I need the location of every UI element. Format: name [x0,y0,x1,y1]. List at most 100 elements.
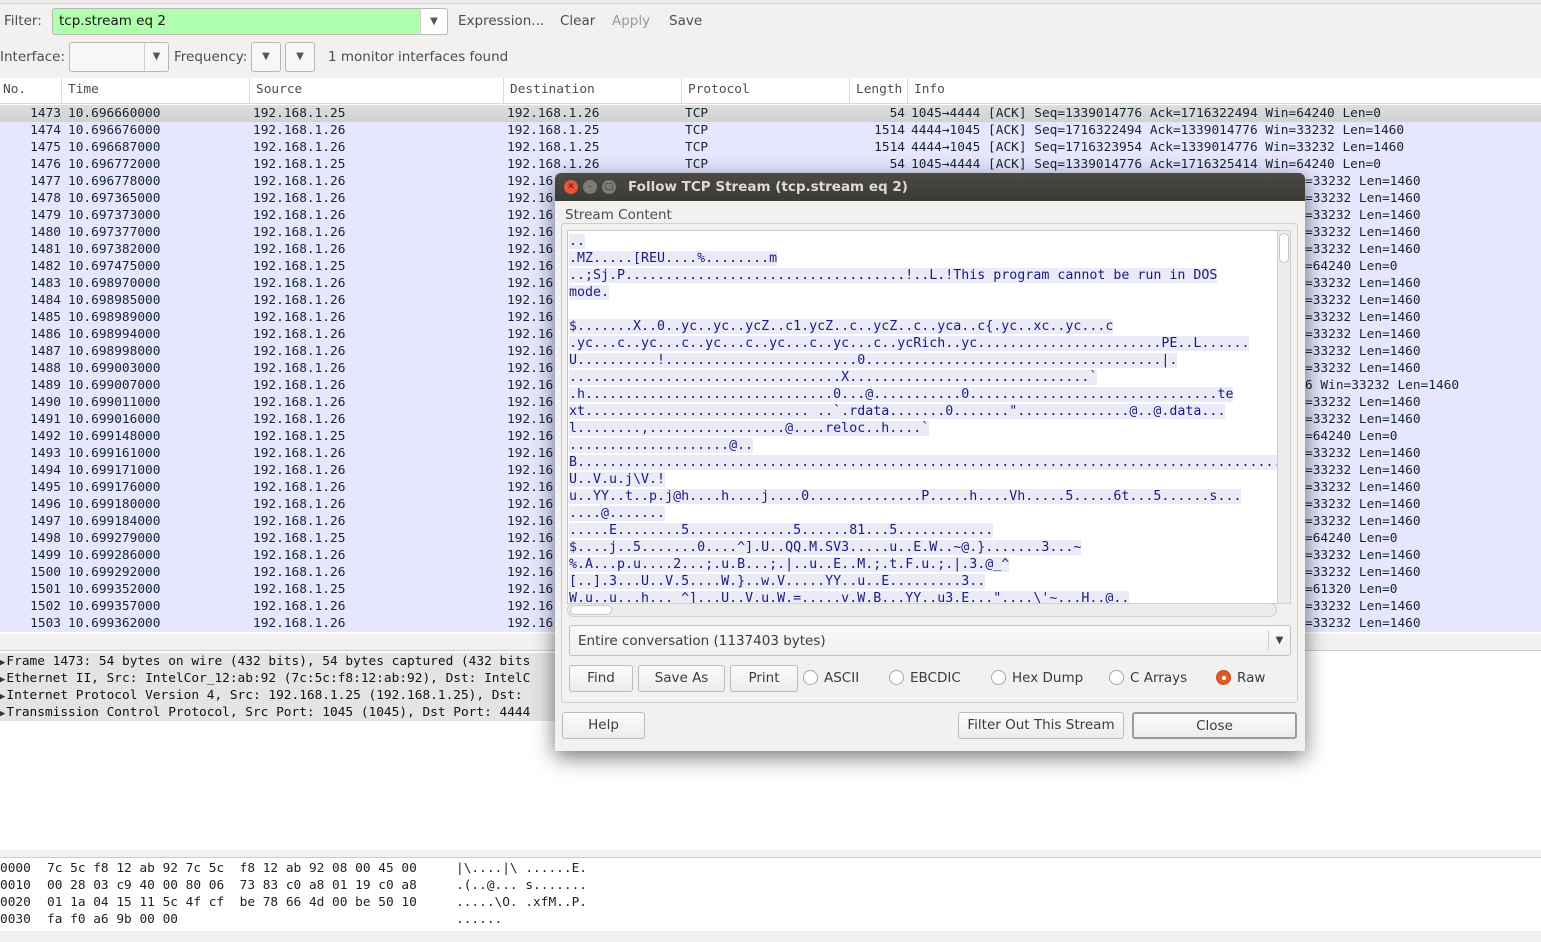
format-radio-ebcdic[interactable]: EBCDIC [889,665,961,692]
packet-row[interactable]: 1474 10.696676000 192.168.1.26 192.168.1.25… [0,122,1541,139]
expand-arrow-icon[interactable]: ▶ [0,692,5,702]
stream-line: l........,.................@....reloc..h… [568,420,1278,437]
stream-content-text[interactable]: .. .MZ.....[REU....%........m ..;Sj.P.....… [567,230,1279,604]
horizontal-scrollbar[interactable] [567,603,1277,617]
column-header-destination[interactable]: Destination [510,82,595,97]
save-button[interactable]: Save [669,13,702,29]
expression-button[interactable]: Expression... [458,13,544,29]
packet-source: 192.168.1.26 [253,140,346,155]
packet-time: 10.699180000 [68,497,161,512]
chevron-down-icon: ▼ [262,51,270,62]
format-radio-hex-dump[interactable]: Hex Dump [991,665,1083,692]
packet-destination: 192.16 [507,565,554,580]
packet-info: =33232 Len=1460 [1305,208,1421,223]
packet-source: 192.168.1.26 [253,378,346,393]
packet-row[interactable]: 1476 10.696772000 192.168.1.25 192.168.1.26… [0,156,1541,173]
conversation-select[interactable]: Entire conversation (1137403 bytes) ▼ [569,625,1291,656]
packet-time: 10.699007000 [68,378,161,393]
clear-button[interactable]: Clear [560,13,595,29]
radio-button-icon[interactable] [991,670,1006,685]
column-header-length[interactable]: Length [856,82,902,97]
vertical-scrollbar[interactable] [1277,230,1291,604]
hex-ascii[interactable]: .(..@... s....... [456,877,587,894]
radio-button-icon[interactable] [803,670,818,685]
packet-bytes-pane[interactable]: 0000 7c 5c f8 12 ab 92 7c 5c f8 12 ab 92 … [0,857,1541,931]
close-window-icon[interactable]: ✕ [564,180,578,194]
stream-line-text: ....................@.. [569,438,754,453]
format-radio-raw[interactable]: Raw [1216,665,1265,692]
packet-no: 1491 [30,412,61,427]
packet-destination: 192.16 [507,412,554,427]
dialog-titlebar[interactable]: ✕ – □ Follow TCP Stream (tcp.stream eq 2… [555,173,1305,201]
packet-source: 192.168.1.25 [253,157,346,172]
packet-destination: 192.16 [507,276,554,291]
scrollbar-thumb[interactable] [1279,233,1289,263]
column-header-no[interactable]: No. [3,82,26,97]
frequency-select[interactable]: ▼ [251,42,281,72]
packet-no: 1492 [30,429,61,444]
chevron-down-icon[interactable]: ▼ [420,9,447,34]
hex-bytes[interactable]: 01 1a 04 15 11 5c 4f cf be 78 66 4d 00 b… [47,894,417,911]
format-radio-c-arrays[interactable]: C Arrays [1109,665,1187,692]
chevron-down-icon: ▼ [144,43,168,71]
packet-time: 10.699016000 [68,412,161,427]
find-button[interactable]: Find [569,665,633,692]
packet-row[interactable]: 1473 10.696660000 192.168.1.25 192.168.1.26… [0,105,1541,122]
save-as-button[interactable]: Save As [638,665,725,692]
radio-button-icon[interactable] [1109,670,1124,685]
scrollbar-thumb[interactable] [570,605,612,615]
packet-row[interactable]: 1475 10.696687000 192.168.1.26 192.168.1.25… [0,139,1541,156]
radio-button-icon[interactable] [1216,670,1231,685]
column-header-info[interactable]: Info [914,82,945,97]
packet-source: 192.168.1.26 [253,548,346,563]
packet-time: 10.699011000 [68,395,161,410]
stream-line: U..........!........................0...… [568,352,1278,369]
format-radio-ascii[interactable]: ASCII [803,665,859,692]
packet-destination: 192.16 [507,208,554,223]
hex-bytes[interactable]: fa f0 a6 9b 00 00 [47,911,178,928]
interface-select[interactable]: ▼ [69,42,169,72]
packet-no: 1503 [30,616,61,631]
packet-source: 192.168.1.26 [253,293,346,308]
hex-ascii[interactable]: .....\O. .xfM..P. [456,894,587,911]
hex-bytes[interactable]: 7c 5c f8 12 ab 92 7c 5c f8 12 ab 92 08 0… [47,860,417,877]
detail-tree-item[interactable]: ▶Ethernet II, Src: IntelCor_12:ab:92 (7c… [0,670,555,687]
hex-bytes[interactable]: 00 28 03 c9 40 00 80 06 73 83 c0 a8 01 1… [47,877,417,894]
column-header-source[interactable]: Source [256,82,302,97]
packet-time: 10.697373000 [68,208,161,223]
column-header-protocol[interactable]: Protocol [688,82,750,97]
apply-button[interactable]: Apply [612,13,650,29]
detail-tree-item[interactable]: ▶Transmission Control Protocol, Src Port… [0,704,555,721]
column-header-time[interactable]: Time [68,82,99,97]
stream-line-text: mode. [569,285,610,300]
minimize-window-icon[interactable]: – [583,180,597,194]
packet-length: 1514 [874,123,905,138]
radio-button-icon[interactable] [889,670,904,685]
detail-tree-item[interactable]: ▶Internet Protocol Version 4, Src: 192.1… [0,687,555,704]
stream-line-text: .....E........5.............5......81...… [569,523,994,538]
filter-value[interactable]: tcp.stream eq 2 [59,13,166,29]
stream-line-text: .h...............................0...@..… [569,387,1234,402]
close-button[interactable]: Close [1132,712,1297,739]
packet-time: 10.697365000 [68,191,161,206]
packet-info: =33232 Len=1460 [1305,395,1421,410]
monitor-status: 1 monitor interfaces found [328,49,509,65]
stream-line: ..................................X.....… [568,369,1278,386]
help-button[interactable]: Help [562,712,645,739]
packet-no: 1494 [30,463,61,478]
packet-no: 1487 [30,344,61,359]
expand-arrow-icon[interactable]: ▶ [0,675,5,685]
packet-no: 1475 [30,140,61,155]
hex-ascii[interactable]: ...... [456,911,502,928]
maximize-window-icon[interactable]: □ [602,180,616,194]
packet-time: 10.698989000 [68,310,161,325]
filter-out-stream-button[interactable]: Filter Out This Stream [958,712,1124,739]
packet-time: 10.697475000 [68,259,161,274]
expand-arrow-icon[interactable]: ▶ [0,709,5,719]
detail-tree-item[interactable]: ▶Frame 1473: 54 bytes on wire (432 bits)… [0,653,555,670]
print-button[interactable]: Print [730,665,798,692]
hex-ascii[interactable]: |\....|\ ......E. [456,860,587,877]
filter-input[interactable]: tcp.stream eq 2 ▼ [52,8,448,35]
channel-type-select[interactable]: ▼ [285,42,315,72]
expand-arrow-icon[interactable]: ▶ [0,658,5,668]
